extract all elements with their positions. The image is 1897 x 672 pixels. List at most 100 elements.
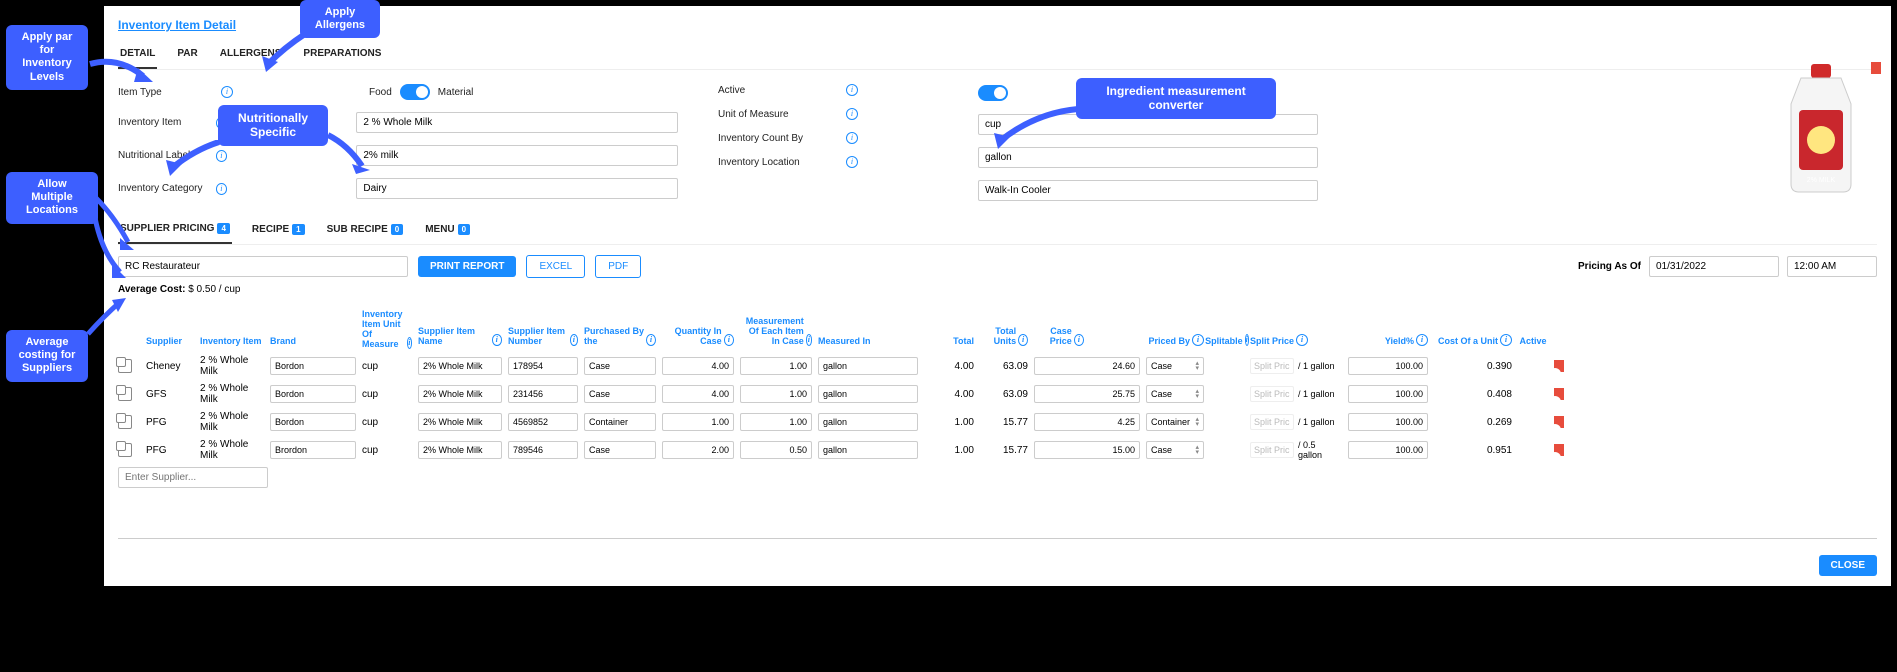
col-case-price[interactable]: Case Pricei [1034,312,1084,346]
qty-in-case-input[interactable] [662,357,734,375]
supplier-item-name-input[interactable] [418,385,502,403]
brand-input[interactable] [270,441,356,459]
yield-input[interactable] [1348,441,1428,459]
table-row: PFG 2 % Whole Milk cup 1.00 15.77 Case▴▾… [118,439,1877,461]
copy-icon[interactable] [118,387,132,401]
col-active[interactable]: Active [1518,312,1548,346]
col-uom[interactable]: Inventory Item Unit Of Measurei [362,309,412,349]
priced-by-select[interactable]: Case▴▾ [1146,441,1204,459]
supplier-item-name-input[interactable] [418,357,502,375]
pricing-date-input[interactable] [1649,256,1779,277]
col-supplier-item-number[interactable]: Supplier Item Numberi [508,312,578,346]
inventory-category-input[interactable] [356,178,678,199]
pdf-button[interactable]: PDF [595,255,641,278]
restaurateur-input[interactable] [118,256,408,277]
col-splitable[interactable]: Splitablei [1210,312,1244,346]
col-meas-each[interactable]: Measurement Of Each Item In Casei [740,312,812,346]
measured-in-input[interactable] [818,413,918,431]
delete-image-icon[interactable] [1871,62,1885,76]
print-report-button[interactable]: PRINT REPORT [418,256,516,277]
meas-each-input[interactable] [740,413,812,431]
split-price-placeholder[interactable]: Split Pric [1250,358,1294,374]
purchased-by-input[interactable] [584,441,656,459]
split-price-placeholder[interactable]: Split Pric [1250,386,1294,402]
cell-supplier: PFG [146,417,194,428]
brand-input[interactable] [270,385,356,403]
copy-icon[interactable] [118,443,132,457]
split-per-label: / 1 gallon [1298,361,1335,371]
col-total-units[interactable]: Total Unitsi [980,312,1028,346]
col-inventory-item[interactable]: Inventory Item [200,312,264,346]
supplier-item-name-input[interactable] [418,413,502,431]
item-type-toggle[interactable] [400,84,430,100]
nutritional-label-input[interactable] [356,145,678,166]
supplier-item-name-input[interactable] [418,441,502,459]
supplier-item-number-input[interactable] [508,413,578,431]
qty-in-case-input[interactable] [662,413,734,431]
meas-each-input[interactable] [740,441,812,459]
case-price-input[interactable] [1034,441,1140,459]
col-supplier-item-name[interactable]: Supplier Item Namei [418,312,502,346]
material-label: Material [438,87,474,98]
enter-supplier-input[interactable] [118,467,268,488]
copy-icon[interactable] [118,415,132,429]
priced-by-select[interactable]: Case▴▾ [1146,357,1204,375]
col-cost-unit[interactable]: Cost Of a Uniti [1434,312,1512,346]
excel-button[interactable]: EXCEL [526,255,585,278]
info-icon[interactable]: i [221,86,233,98]
subtab-recipe[interactable]: RECIPE1 [250,217,307,244]
info-icon[interactable]: i [846,84,858,96]
split-price-placeholder[interactable]: Split Pric [1250,414,1294,430]
qty-in-case-input[interactable] [662,385,734,403]
col-measured-in[interactable]: Measured In [818,312,918,346]
subtab-sub-recipe[interactable]: SUB RECIPE0 [325,217,406,244]
yield-input[interactable] [1348,413,1428,431]
col-total[interactable]: Total [924,312,974,346]
subtab-supplier-pricing[interactable]: SUPPLIER PRICING4 [118,217,232,244]
breadcrumb[interactable]: Inventory Item Detail [118,18,1877,32]
col-yield[interactable]: Yield%i [1348,312,1428,346]
split-price-placeholder[interactable]: Split Pric [1250,442,1294,458]
active-toggle[interactable] [978,85,1008,101]
pricing-time-input[interactable] [1787,256,1877,277]
case-price-input[interactable] [1034,385,1140,403]
meas-each-input[interactable] [740,385,812,403]
col-priced-by[interactable]: Priced Byi [1146,312,1204,346]
tab-par[interactable]: PAR [175,42,199,69]
supplier-item-number-input[interactable] [508,357,578,375]
close-button[interactable]: CLOSE [1819,555,1877,576]
info-icon[interactable]: i [846,156,858,168]
purchased-by-input[interactable] [584,385,656,403]
info-icon[interactable]: i [846,132,858,144]
brand-input[interactable] [270,357,356,375]
purchased-by-input[interactable] [584,413,656,431]
tab-preparations[interactable]: PREPARATIONS [301,42,383,69]
yield-input[interactable] [1348,385,1428,403]
info-icon[interactable]: i [846,108,858,120]
count-by-input[interactable] [978,147,1318,168]
supplier-item-number-input[interactable] [508,385,578,403]
col-brand[interactable]: Brand [270,312,356,346]
measured-in-input[interactable] [818,385,918,403]
inventory-item-input[interactable] [356,112,678,133]
brand-input[interactable] [270,413,356,431]
measured-in-input[interactable] [818,441,918,459]
meas-each-input[interactable] [740,357,812,375]
purchased-by-input[interactable] [584,357,656,375]
subtab-menu[interactable]: MENU0 [423,217,472,244]
col-supplier[interactable]: Supplier [146,312,194,346]
yield-input[interactable] [1348,357,1428,375]
copy-icon[interactable] [118,359,132,373]
location-input[interactable] [978,180,1318,201]
measured-in-input[interactable] [818,357,918,375]
qty-in-case-input[interactable] [662,441,734,459]
col-purchased-by[interactable]: Purchased By thei [584,312,656,346]
case-price-input[interactable] [1034,357,1140,375]
supplier-item-number-input[interactable] [508,441,578,459]
col-split-price[interactable]: Split Pricei [1250,312,1342,346]
case-price-input[interactable] [1034,413,1140,431]
col-qty-in-case[interactable]: Quantity In Casei [662,312,734,346]
priced-by-select[interactable]: Container▴▾ [1146,413,1204,431]
priced-by-select[interactable]: Case▴▾ [1146,385,1204,403]
info-icon[interactable]: i [216,183,227,195]
